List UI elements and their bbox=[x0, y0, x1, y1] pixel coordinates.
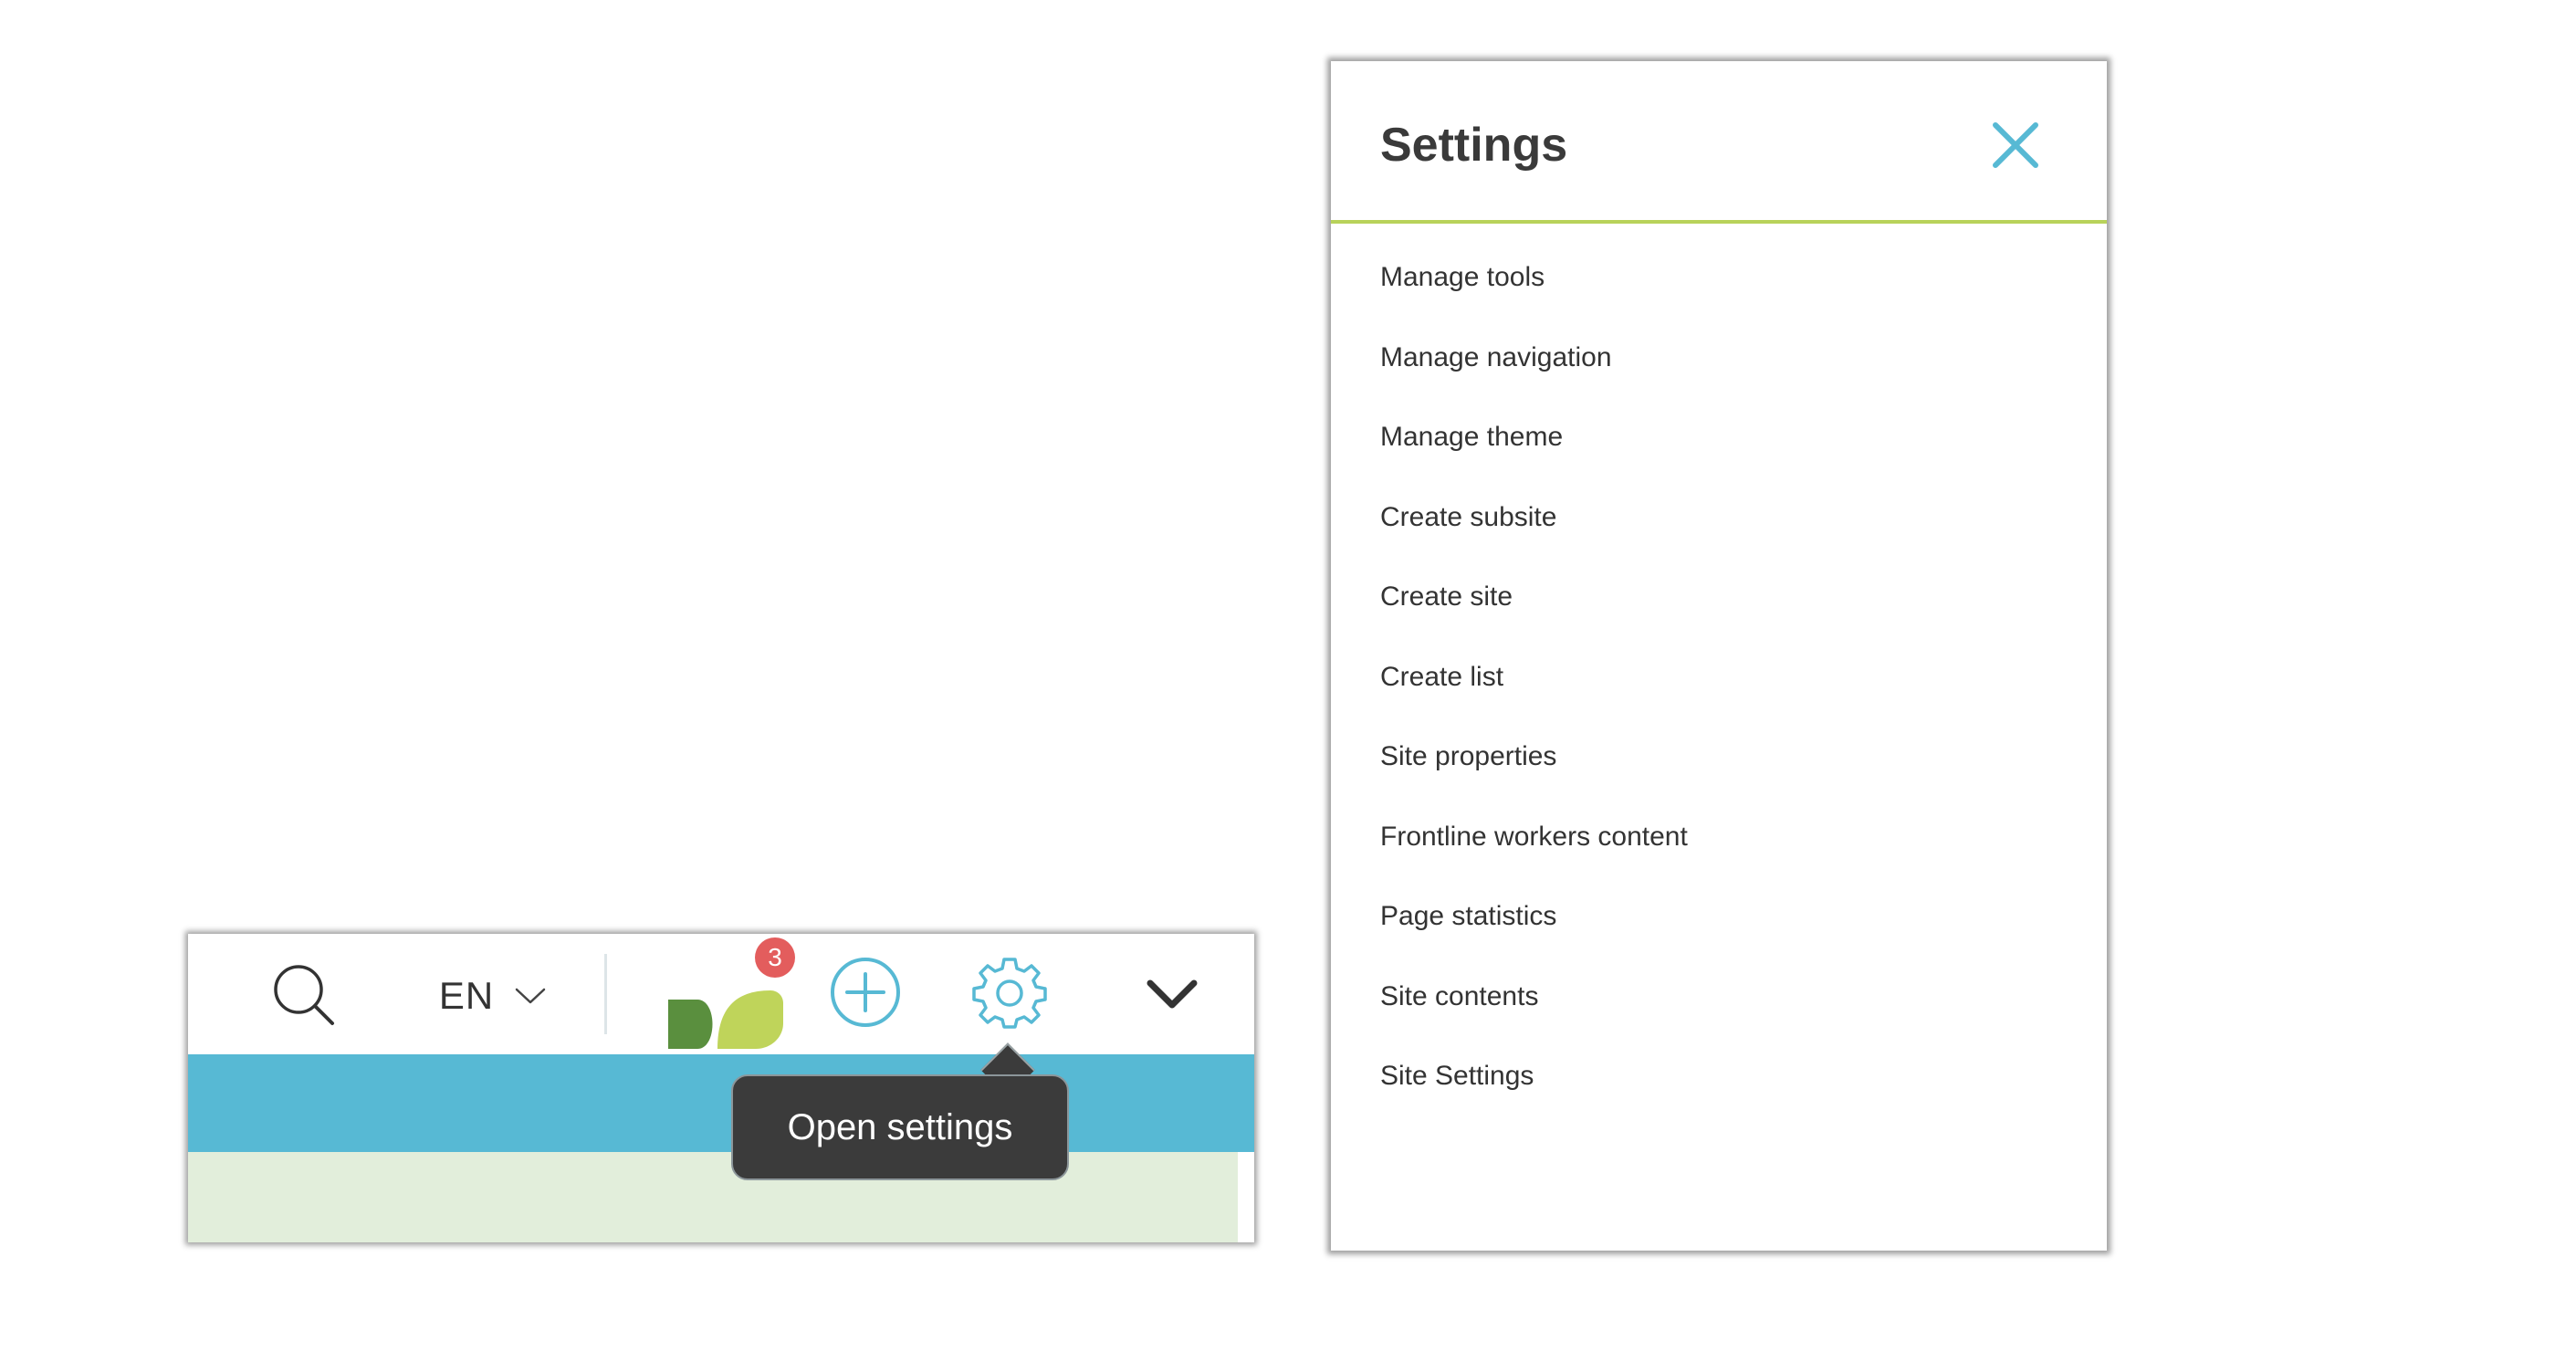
menu-item-manage-theme[interactable]: Manage theme bbox=[1380, 422, 1688, 502]
chevron-down-icon bbox=[1147, 979, 1198, 1009]
menu-item-create-subsite[interactable]: Create subsite bbox=[1380, 502, 1688, 582]
search-button[interactable] bbox=[268, 959, 341, 1032]
top-toolbar: EN 3 bbox=[188, 934, 1254, 1054]
expand-button[interactable] bbox=[1143, 965, 1201, 1023]
menu-item-site-properties[interactable]: Site properties bbox=[1380, 741, 1688, 822]
gear-icon bbox=[972, 958, 1047, 1029]
menu-item-site-contents[interactable]: Site contents bbox=[1380, 981, 1688, 1062]
menu-item-site-settings[interactable]: Site Settings bbox=[1380, 1061, 1688, 1141]
header-banner bbox=[188, 1054, 1254, 1152]
settings-panel: Settings Manage tools Manage navigation … bbox=[1331, 61, 2107, 1251]
page-content-area bbox=[188, 1152, 1238, 1242]
menu-item-manage-tools[interactable]: Manage tools bbox=[1380, 262, 1688, 342]
language-code: EN bbox=[438, 974, 495, 1017]
leaf-logo-icon bbox=[668, 990, 783, 1049]
search-icon bbox=[274, 965, 334, 1025]
toolbar-card: EN 3 Open settings bbox=[188, 934, 1254, 1242]
menu-item-create-site[interactable]: Create site bbox=[1380, 581, 1688, 662]
close-button[interactable] bbox=[1984, 114, 2047, 176]
menu-item-frontline-workers-content[interactable]: Frontline workers content bbox=[1380, 822, 1688, 902]
menu-item-manage-navigation[interactable]: Manage navigation bbox=[1380, 342, 1688, 423]
chevron-down-icon bbox=[514, 986, 547, 1006]
scroll-edge bbox=[1238, 1152, 1254, 1242]
add-button[interactable] bbox=[829, 956, 902, 1029]
notification-badge: 3 bbox=[755, 937, 795, 978]
settings-button[interactable] bbox=[971, 954, 1048, 1031]
toolbar-divider bbox=[604, 954, 607, 1034]
menu-item-page-statistics[interactable]: Page statistics bbox=[1380, 901, 1688, 981]
app-launcher-button[interactable] bbox=[661, 967, 789, 1051]
language-selector[interactable]: EN bbox=[429, 967, 557, 1025]
settings-tooltip: Open settings bbox=[731, 1074, 1069, 1180]
settings-header: Settings bbox=[1331, 61, 2107, 224]
menu-item-create-list[interactable]: Create list bbox=[1380, 662, 1688, 742]
settings-menu: Manage tools Manage navigation Manage th… bbox=[1380, 262, 1688, 1141]
plus-circle-icon bbox=[831, 958, 900, 1027]
settings-title: Settings bbox=[1380, 119, 1568, 172]
close-icon bbox=[1993, 122, 2038, 168]
